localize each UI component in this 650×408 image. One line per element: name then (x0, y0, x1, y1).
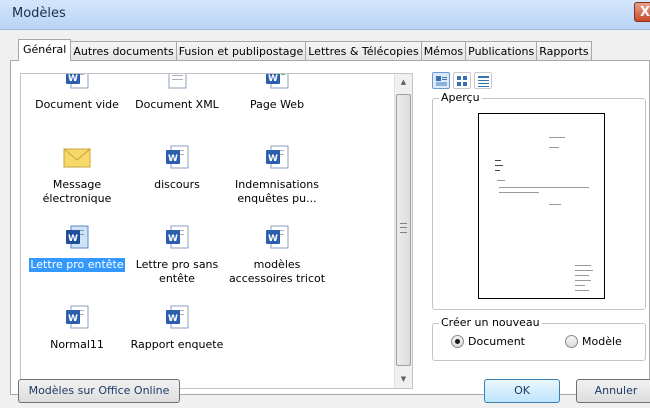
view-mode-toolbar (432, 72, 492, 89)
radio-unchecked-icon (565, 335, 578, 348)
create-new-label: Créer un nouveau (439, 316, 542, 330)
radio-checked-icon (451, 335, 464, 348)
svg-text:W: W (68, 74, 78, 84)
details-view-button[interactable] (474, 72, 492, 89)
tab-letters-faxes[interactable]: Lettres & Télécopies (305, 41, 422, 61)
template-label: Lettre pro entête (29, 258, 125, 272)
tab-reports[interactable]: Rapports (536, 41, 592, 61)
window-title: Modèles (12, 6, 66, 21)
radio-document-label: Document (468, 335, 525, 348)
template-item[interactable]: Message électronique (27, 144, 127, 206)
template-item[interactable]: Document XML (127, 74, 227, 112)
cancel-button[interactable]: Annuler (576, 379, 650, 403)
template-label: modèles accessoires tricot (228, 258, 326, 285)
radio-template-label: Modèle (582, 335, 622, 348)
preview-label: Aperçu (439, 91, 482, 105)
template-item[interactable]: W Rapport enquete (127, 304, 227, 352)
template-item[interactable]: W discours (127, 144, 227, 192)
tab-other-documents[interactable]: Autres documents (70, 41, 177, 61)
templates-dialog: Général Autres documents Fusion et publi… (0, 30, 650, 408)
vertical-scrollbar[interactable]: ▲ ▼ (394, 74, 412, 388)
office-online-button[interactable]: Modèles sur Office Online (18, 379, 180, 403)
template-label: Rapport enquete (130, 338, 224, 351)
svg-text:W: W (268, 154, 278, 164)
template-label: discours (154, 178, 200, 191)
word-document-icon: W (266, 225, 289, 249)
envelope-icon (63, 148, 91, 168)
template-label: Lettre pro sans entête (135, 258, 219, 285)
scroll-up-arrow-icon[interactable]: ▲ (395, 74, 412, 91)
word-document-icon: W (166, 225, 189, 249)
svg-text:W: W (168, 154, 178, 164)
large-icons-view-button[interactable] (432, 72, 450, 89)
template-label: Indemnisations enquêtes pu... (235, 178, 319, 205)
svg-text:W: W (268, 74, 278, 84)
grip-icon (400, 223, 407, 233)
radio-document[interactable]: Document (451, 335, 525, 348)
template-label: Normal11 (50, 338, 104, 351)
radio-template[interactable]: Modèle (565, 335, 622, 348)
tab-bar: Général Autres documents Fusion et publi… (18, 39, 592, 61)
template-label: Document XML (135, 98, 219, 111)
tab-publications[interactable]: Publications (465, 41, 538, 61)
svg-text:W: W (268, 234, 278, 244)
svg-text:W: W (168, 314, 178, 324)
svg-text:W: W (68, 314, 78, 324)
scroll-down-arrow-icon[interactable]: ▼ (395, 371, 412, 388)
web-page-icon: W (266, 74, 289, 89)
tab-general[interactable]: Général (18, 39, 72, 61)
xml-document-icon (168, 74, 187, 89)
template-item[interactable]: W Normal11 (27, 304, 127, 352)
template-item[interactable]: W Page Web (227, 74, 327, 112)
template-item[interactable]: W Lettre pro entête (27, 224, 127, 272)
svg-text:W: W (68, 234, 78, 244)
preview-thumbnail (478, 113, 605, 299)
word-document-icon: W (166, 145, 189, 169)
template-item[interactable]: W Document vide (27, 74, 127, 112)
close-button[interactable]: X (634, 2, 650, 22)
word-document-icon: W (66, 305, 89, 329)
ok-button[interactable]: OK (484, 379, 560, 403)
word-document-icon: W (66, 74, 89, 89)
template-label: Document vide (35, 98, 119, 111)
template-list[interactable]: W Document vide Document XML W Page Web (20, 73, 413, 389)
create-new-group: Créer un nouveau Document Modèle (432, 316, 646, 361)
word-document-icon: W (266, 145, 289, 169)
scroll-thumb[interactable] (396, 94, 411, 366)
template-item[interactable]: W modèles accessoires tricot (227, 224, 327, 286)
preview-group: Aperçu (432, 91, 646, 310)
word-document-icon: W (66, 225, 89, 249)
title-bar: Modèles X (0, 0, 650, 30)
word-document-icon: W (166, 305, 189, 329)
tab-mail-merge[interactable]: Fusion et publipostage (175, 41, 307, 61)
svg-text:W: W (168, 234, 178, 244)
list-view-button[interactable] (453, 72, 471, 89)
template-label: Message électronique (42, 178, 112, 205)
template-item[interactable]: W Lettre pro sans entête (127, 224, 227, 286)
tab-memos[interactable]: Mémos (420, 41, 467, 61)
template-item[interactable]: W Indemnisations enquêtes pu... (227, 144, 327, 206)
template-label: Page Web (249, 98, 305, 111)
